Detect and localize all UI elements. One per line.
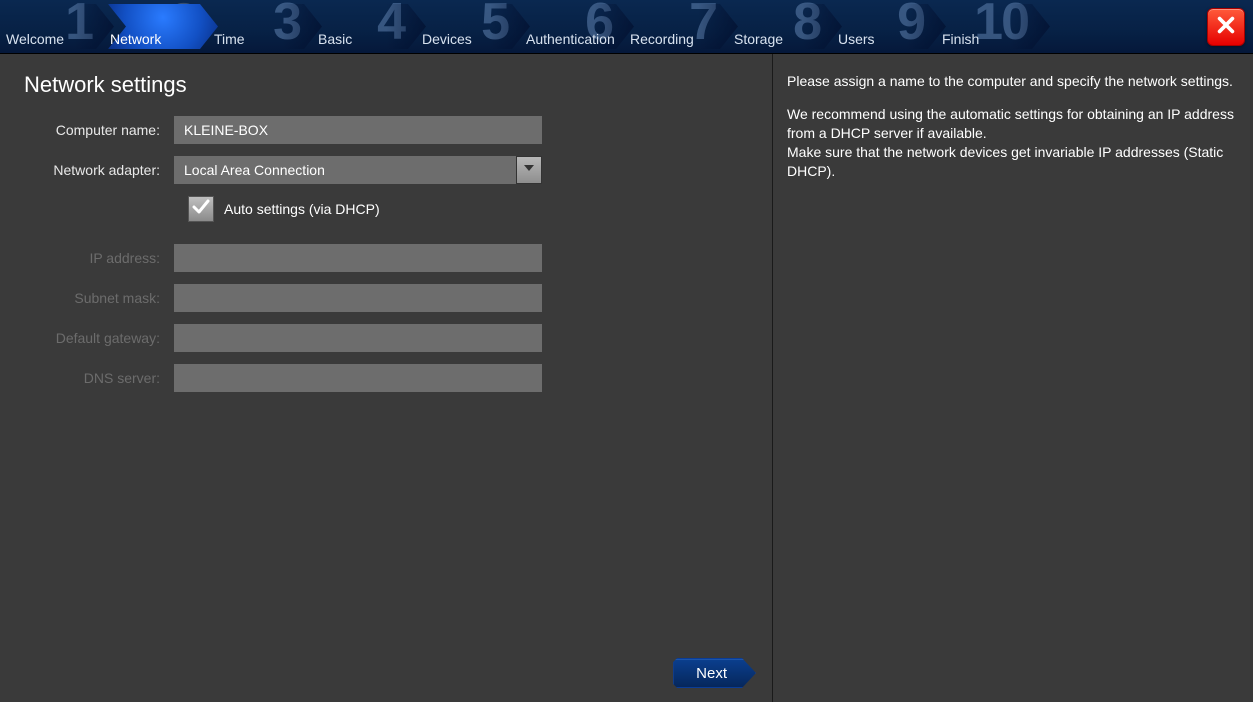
- step-label: Authentication: [526, 31, 615, 47]
- row-auto-settings: Auto settings (via DHCP): [188, 196, 748, 222]
- page-title: Network settings: [24, 72, 748, 98]
- close-icon: [1215, 14, 1237, 41]
- ip-address-input: [174, 244, 542, 272]
- network-adapter-select[interactable]: Local Area Connection: [174, 156, 516, 184]
- content-area: Network settings Computer name: Network …: [0, 54, 1253, 702]
- row-dns-server: DNS server:: [24, 364, 748, 392]
- ip-address-label: IP address:: [24, 250, 174, 266]
- wizard-stepbar: 1 Welcome 2 Network 3 Time 4 Basic 5 Dev…: [0, 0, 1253, 54]
- step-finish[interactable]: 10 Finish: [936, 0, 1054, 53]
- help-text-2: We recommend using the automatic setting…: [787, 106, 1234, 141]
- step-users[interactable]: 9 Users: [832, 0, 950, 53]
- row-subnet-mask: Subnet mask:: [24, 284, 748, 312]
- help-panel: Please assign a name to the computer and…: [773, 54, 1253, 702]
- computer-name-label: Computer name:: [24, 122, 174, 138]
- default-gateway-label: Default gateway:: [24, 330, 174, 346]
- step-label: Network: [110, 31, 161, 47]
- default-gateway-input: [174, 324, 542, 352]
- auto-settings-checkbox[interactable]: [188, 196, 214, 222]
- network-adapter-label: Network adapter:: [24, 162, 174, 178]
- dns-server-label: DNS server:: [24, 370, 174, 386]
- step-basic[interactable]: 4 Basic: [312, 0, 430, 53]
- step-label: Storage: [734, 31, 783, 47]
- network-adapter-dropdown-button[interactable]: [516, 156, 542, 184]
- step-network[interactable]: 2 Network: [104, 0, 222, 53]
- computer-name-input[interactable]: [174, 116, 542, 144]
- close-button[interactable]: [1207, 8, 1245, 46]
- step-label: Time: [214, 31, 245, 47]
- next-button[interactable]: Next: [673, 658, 756, 688]
- step-label: Welcome: [6, 31, 64, 47]
- step-devices[interactable]: 5 Devices: [416, 0, 534, 53]
- row-network-adapter: Network adapter: Local Area Connection: [24, 156, 748, 184]
- auto-settings-label: Auto settings (via DHCP): [224, 201, 380, 217]
- step-time[interactable]: 3 Time: [208, 0, 326, 53]
- step-storage[interactable]: 8 Storage: [728, 0, 846, 53]
- row-computer-name: Computer name:: [24, 116, 748, 144]
- subnet-mask-input: [174, 284, 542, 312]
- step-label: Finish: [942, 31, 979, 47]
- help-text-3: Make sure that the network devices get i…: [787, 144, 1223, 179]
- step-label: Basic: [318, 31, 352, 47]
- help-text-1: Please assign a name to the computer and…: [787, 72, 1235, 91]
- step-label: Devices: [422, 31, 472, 47]
- step-authentication[interactable]: 6 Authentication: [520, 0, 638, 53]
- next-button-label: Next: [696, 665, 727, 682]
- row-default-gateway: Default gateway:: [24, 324, 748, 352]
- step-label: Recording: [630, 31, 694, 47]
- subnet-mask-label: Subnet mask:: [24, 290, 174, 306]
- settings-panel: Network settings Computer name: Network …: [0, 54, 773, 702]
- step-recording[interactable]: 7 Recording: [624, 0, 742, 53]
- chevron-down-icon: [523, 161, 535, 179]
- row-ip-address: IP address:: [24, 244, 748, 272]
- check-icon: [192, 198, 210, 221]
- step-label: Users: [838, 31, 875, 47]
- dns-server-input: [174, 364, 542, 392]
- step-welcome[interactable]: 1 Welcome: [0, 0, 118, 53]
